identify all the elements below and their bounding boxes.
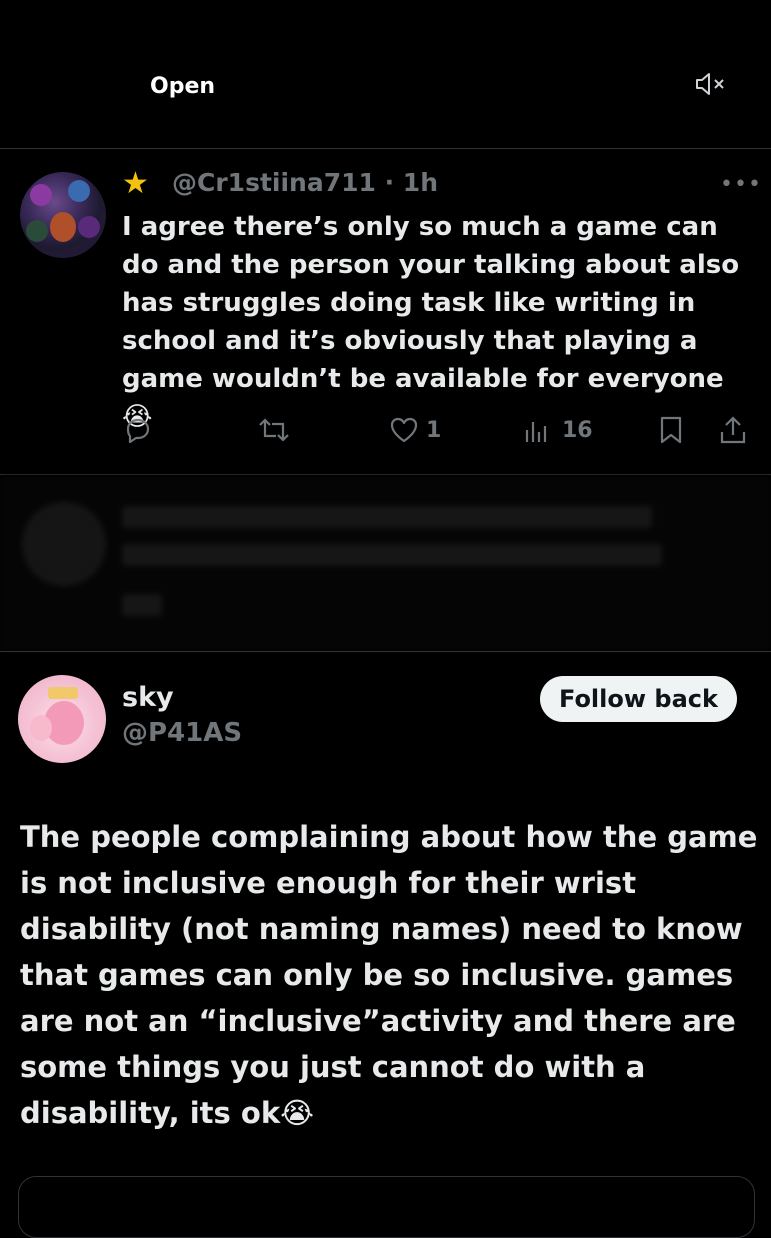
comment-icon [126,418,150,444]
views-count: 16 [562,417,593,443]
views-button[interactable]: 16 [522,412,593,448]
divider [0,474,771,475]
divider [0,148,771,149]
repost-button[interactable] [256,412,292,448]
divider [0,651,771,652]
avatar[interactable] [20,172,106,258]
reply-composer[interactable] [18,1176,755,1238]
reply-button[interactable] [122,412,154,448]
views-icon [525,422,547,442]
bookmark-icon [660,416,682,444]
user-handle[interactable]: @P41AS [122,718,242,748]
star-icon: ★ [122,166,149,201]
reply-text: I agree there’s only so much a game can … [122,212,740,432]
reply-handle[interactable]: @Cr1stiina711 · 1h [172,168,438,197]
display-name[interactable]: sky [122,682,174,713]
heart-icon [390,417,418,443]
more-icon[interactable]: ••• [720,172,762,197]
speaker-muted-icon[interactable] [694,70,726,98]
share-button[interactable] [716,412,750,448]
avatar[interactable] [18,675,106,763]
follow-back-button[interactable]: Follow back [540,676,737,722]
action-bar: 1 16 [0,412,771,452]
share-icon [720,416,746,444]
repost-icon [259,418,289,442]
like-button[interactable]: 1 [388,412,441,448]
top-bar: Open [0,0,771,148]
open-button[interactable]: Open [150,74,215,99]
hidden-reply [0,476,771,652]
like-count: 1 [426,417,442,443]
post-text: The people complaining about how the gam… [20,820,758,1130]
bookmark-button[interactable] [656,412,686,448]
